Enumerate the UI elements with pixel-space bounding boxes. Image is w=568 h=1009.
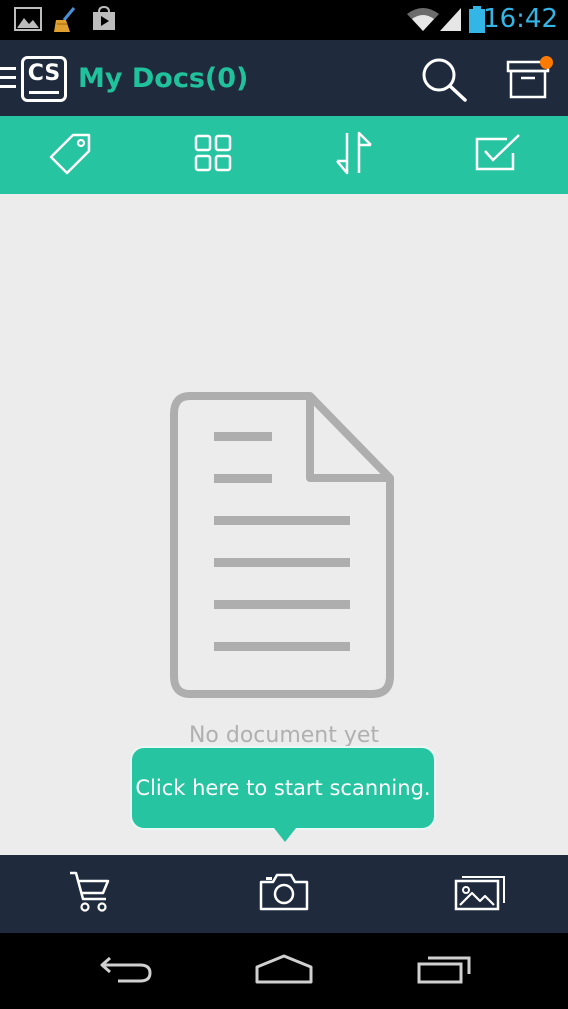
camera-button[interactable] (234, 855, 334, 933)
app-logo[interactable]: CS (21, 56, 67, 102)
broom-icon (52, 6, 80, 39)
page-title: My Docs(0) (78, 63, 249, 94)
search-icon[interactable] (420, 56, 468, 107)
sort-icon (333, 131, 377, 180)
tag-button[interactable] (0, 116, 142, 194)
archive-icon[interactable] (506, 56, 556, 102)
empty-state-text: No document yet (188, 723, 380, 748)
signal-icon (440, 6, 462, 37)
logo-text: CS (27, 61, 61, 86)
store-button[interactable] (40, 855, 140, 933)
wifi-icon (406, 6, 440, 37)
gallery-icon (14, 6, 42, 37)
document-list-area: No document yet Click here to start scan… (0, 194, 568, 855)
import-image-button[interactable] (430, 855, 530, 933)
status-bar: 16:42 (0, 0, 568, 40)
cart-icon (68, 871, 112, 918)
bottom-bar (0, 855, 568, 933)
import-image-icon (454, 873, 506, 916)
system-nav-bar (0, 933, 568, 1009)
grid-view-icon (194, 134, 232, 177)
menu-icon[interactable] (0, 64, 16, 97)
play-store-icon (90, 5, 118, 37)
notification-dot (540, 56, 553, 69)
select-icon (473, 133, 521, 178)
camera-icon (258, 872, 310, 917)
app-bar: CS My Docs(0) (0, 40, 568, 116)
recents-button[interactable] (402, 933, 486, 1009)
back-icon (98, 954, 154, 989)
empty-document-icon (170, 392, 394, 703)
tag-icon (49, 131, 93, 180)
grid-view-button[interactable] (142, 116, 284, 194)
scan-hint-tooltip[interactable]: Click here to start scanning. (130, 746, 436, 830)
select-button[interactable] (426, 116, 568, 194)
back-button[interactable] (84, 933, 168, 1009)
sort-button[interactable] (284, 116, 426, 194)
home-button[interactable] (242, 933, 326, 1009)
recents-icon (416, 954, 472, 989)
clock: 16:42 (483, 4, 558, 34)
tooltip-tail (274, 828, 296, 842)
home-icon (254, 953, 314, 990)
toolbar (0, 116, 568, 194)
